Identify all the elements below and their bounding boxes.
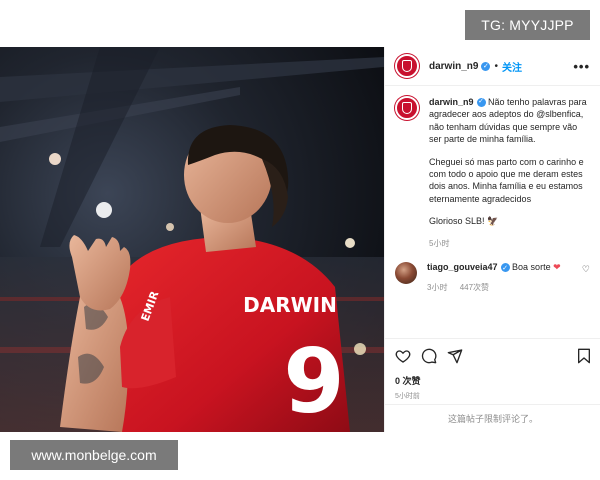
caption-paragraph-2: Cheguei só mas parto com o carinho e com…	[429, 156, 584, 204]
comment-text: Boa sorte	[512, 262, 551, 273]
shield-icon	[402, 102, 412, 114]
jersey-number: 9	[283, 330, 344, 432]
caption: darwin_n9 ✓ Não tenho palavras para agrad…	[395, 96, 590, 250]
shield-icon	[402, 60, 412, 72]
caption-username[interactable]: darwin_n9	[429, 97, 474, 107]
post-photo[interactable]: DARWIN 9 EMIR	[0, 47, 384, 432]
comment-meta: 3小时 447次赞	[427, 282, 578, 293]
verified-icon: ✓	[481, 61, 491, 71]
caption-body: darwin_n9 ✓ Não tenho palavras para agrad…	[429, 96, 590, 250]
post-header: darwin_n9 ✓ • 关注 •••	[385, 47, 600, 86]
comments-area: darwin_n9 ✓ Não tenho palavras para agrad…	[385, 86, 600, 338]
comments-disabled-notice: 这篇帖子限制评论了。	[385, 404, 600, 432]
caption-time: 5小时	[429, 238, 450, 248]
comment-icon[interactable]	[421, 348, 437, 364]
avatar[interactable]	[395, 54, 419, 78]
post-timestamp: 5小时前	[395, 393, 420, 400]
comment-time: 3小时	[427, 283, 448, 293]
caption-paragraph-3: Glorioso SLB! 🦅	[429, 216, 499, 227]
caption-paragraph-1: darwin_n9 ✓ Não tenho palavras para agrad…	[429, 96, 590, 146]
comment-item: tiago_gouveia47 ✓ Boa sorte ❤ 3小时 447次赞 ♡	[395, 262, 590, 293]
comment-likes[interactable]: 447次赞	[460, 283, 489, 292]
share-icon[interactable]	[447, 348, 463, 364]
red-heart-emoji: ❤	[553, 262, 561, 273]
heart-icon[interactable]	[395, 348, 411, 364]
post-panel: darwin_n9 ✓ • 关注 ••• darwin_n9 ✓ Não tenh…	[384, 47, 600, 432]
watermark-top: TG: MYYJJPP	[465, 10, 590, 40]
likes-count[interactable]: 0 次赞	[395, 374, 591, 387]
dot-separator: •	[494, 60, 498, 72]
action-icons	[395, 347, 591, 365]
header-username[interactable]: darwin_n9	[429, 61, 478, 72]
verified-icon: ✓	[476, 98, 486, 108]
comment-username[interactable]: tiago_gouveia47	[427, 262, 498, 272]
jersey-name: DARWIN	[243, 293, 337, 317]
commenter-avatar[interactable]	[395, 262, 417, 285]
caption-avatar[interactable]	[395, 96, 419, 120]
watermark-bottom: www.monbelge.com	[10, 440, 178, 470]
bookmark-icon[interactable]	[577, 348, 591, 364]
follow-button[interactable]: 关注	[502, 59, 522, 74]
more-options-icon[interactable]: •••	[573, 59, 590, 74]
comment-like-icon[interactable]: ♡	[582, 264, 590, 275]
comment-body: tiago_gouveia47 ✓ Boa sorte ❤ 3小时 447次赞	[427, 262, 578, 293]
player-photo-illustration: DARWIN 9 EMIR	[0, 47, 384, 432]
verified-icon: ✓	[500, 263, 510, 273]
